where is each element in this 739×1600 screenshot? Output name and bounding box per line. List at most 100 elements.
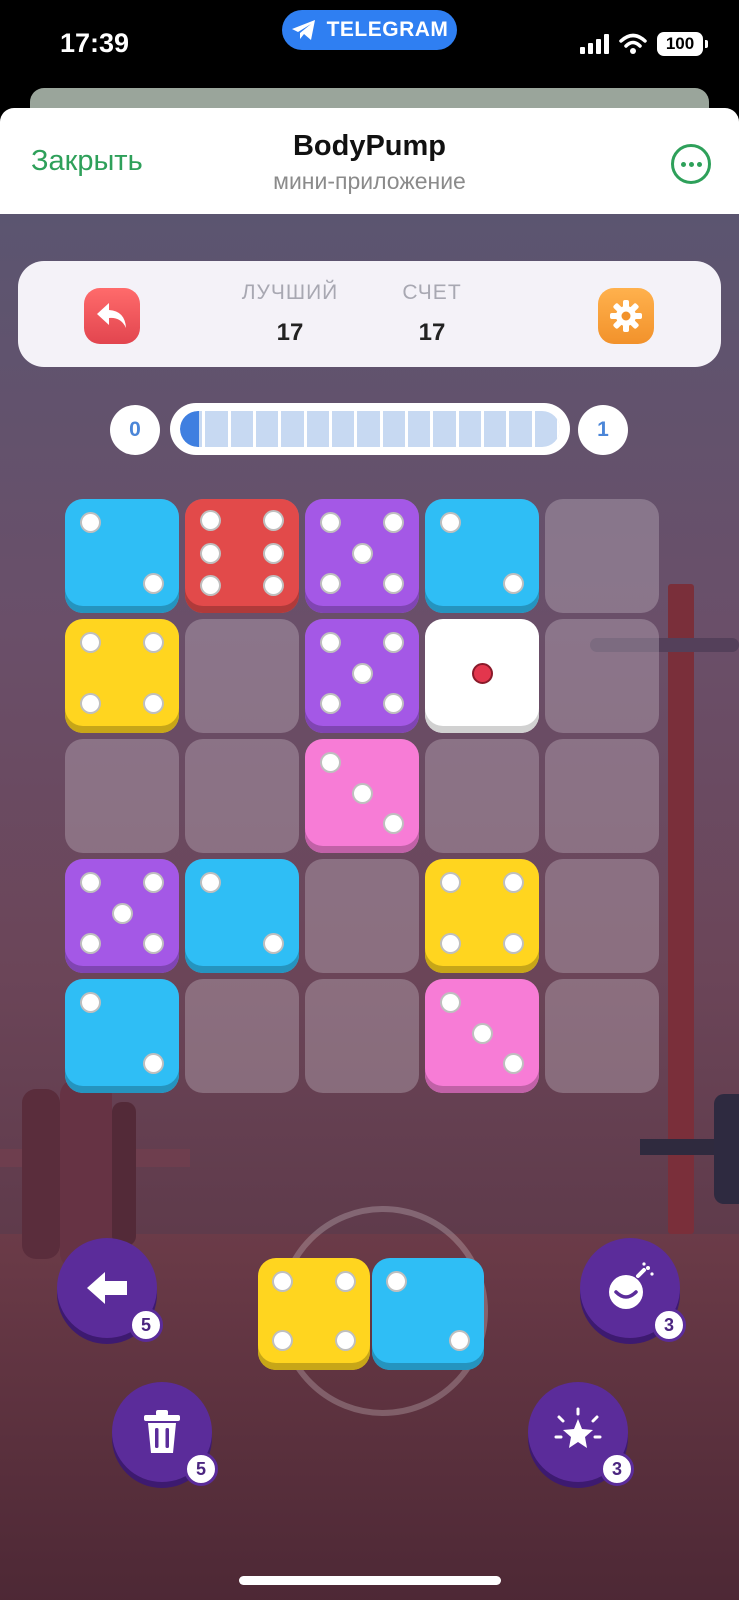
die-pip bbox=[143, 872, 165, 894]
active-piece-die[interactable] bbox=[372, 1258, 484, 1370]
trash-tool-button[interactable]: 5 bbox=[112, 1382, 218, 1486]
die-pip bbox=[383, 632, 405, 654]
home-indicator[interactable] bbox=[239, 1576, 501, 1585]
die-yellow-4 bbox=[65, 619, 179, 733]
die-pip bbox=[351, 662, 373, 684]
score-panel: ЛУЧШИЙ 17 СЧЕТ 17 bbox=[18, 261, 721, 367]
die-pip bbox=[383, 692, 405, 714]
die-purple-5 bbox=[305, 619, 419, 733]
die-pip bbox=[263, 932, 285, 954]
die-pip bbox=[199, 872, 221, 894]
die-pip bbox=[79, 692, 101, 714]
more-options-button[interactable] bbox=[671, 144, 711, 184]
progress-segment bbox=[357, 411, 383, 447]
die-pip bbox=[143, 932, 165, 954]
wifi-icon bbox=[619, 33, 647, 54]
board-cell[interactable] bbox=[305, 859, 419, 973]
die-pip bbox=[111, 902, 133, 924]
board-cell[interactable] bbox=[545, 859, 659, 973]
die-blue-2 bbox=[185, 859, 299, 973]
die-pip bbox=[503, 1052, 525, 1074]
die-pip bbox=[383, 572, 405, 594]
star-tool-button[interactable]: 3 bbox=[528, 1382, 634, 1486]
weight-plate bbox=[22, 1089, 60, 1259]
level-to-badge: 1 bbox=[578, 405, 628, 455]
board-cell[interactable] bbox=[65, 739, 179, 853]
game-board[interactable] bbox=[65, 499, 669, 1103]
progress-segment bbox=[307, 411, 332, 447]
settings-button[interactable] bbox=[598, 288, 654, 344]
die-pink-3 bbox=[425, 979, 539, 1093]
undo-tool-button[interactable]: 5 bbox=[57, 1238, 163, 1342]
app-subtitle: мини-приложение bbox=[273, 168, 466, 194]
weight-plate-right bbox=[714, 1094, 739, 1204]
board-cell[interactable] bbox=[545, 979, 659, 1093]
progress-segment bbox=[231, 411, 256, 447]
die-pip bbox=[263, 510, 285, 532]
best-score-label: ЛУЧШИЙ bbox=[241, 281, 339, 304]
progress-segment bbox=[383, 411, 408, 447]
current-score-label: СЧЕТ bbox=[402, 281, 462, 304]
level-progress-bar bbox=[170, 403, 570, 455]
die-pip bbox=[199, 542, 221, 564]
bomb-tool-count: 3 bbox=[652, 1308, 686, 1342]
arrow-left-icon bbox=[87, 1272, 127, 1304]
board-cell[interactable] bbox=[425, 739, 539, 853]
die-pink-3 bbox=[305, 739, 419, 853]
board-cell[interactable] bbox=[185, 619, 299, 733]
trash-icon bbox=[144, 1410, 180, 1453]
gear-icon bbox=[610, 300, 642, 332]
die-pip bbox=[272, 1270, 294, 1292]
board-cell[interactable] bbox=[185, 979, 299, 1093]
die-pip bbox=[448, 1330, 470, 1352]
star-burst-icon bbox=[554, 1407, 602, 1448]
die-pip bbox=[439, 872, 461, 894]
progress-segment bbox=[256, 411, 282, 447]
status-icons: 100 bbox=[580, 32, 708, 56]
die-pip bbox=[263, 574, 285, 596]
board-cell[interactable] bbox=[545, 499, 659, 613]
die-pip bbox=[319, 692, 341, 714]
more-dot-icon bbox=[696, 161, 702, 167]
die-pip bbox=[79, 512, 101, 534]
die-pip bbox=[143, 1052, 165, 1074]
board-cell[interactable] bbox=[545, 739, 659, 853]
die-pip bbox=[79, 872, 101, 894]
progress-segment bbox=[281, 411, 307, 447]
board-cell[interactable] bbox=[305, 979, 419, 1093]
more-dot-icon bbox=[680, 161, 686, 167]
die-pip bbox=[439, 932, 461, 954]
die-red-6 bbox=[185, 499, 299, 613]
die-pip bbox=[319, 752, 341, 774]
die-blue-2 bbox=[65, 499, 179, 613]
die-pip bbox=[143, 632, 165, 654]
die-pip bbox=[503, 932, 525, 954]
die-purple-5 bbox=[305, 499, 419, 613]
status-time: 17:39 bbox=[60, 28, 130, 58]
back-button[interactable] bbox=[84, 288, 140, 344]
bomb-tool-button[interactable]: 3 bbox=[580, 1238, 686, 1342]
die-pip bbox=[503, 572, 525, 594]
current-score-value: 17 bbox=[418, 319, 446, 346]
die-pip bbox=[503, 872, 525, 894]
trash-tool-count: 5 bbox=[184, 1452, 218, 1486]
die-pip bbox=[79, 932, 101, 954]
telegram-plane-icon bbox=[291, 20, 315, 40]
die-pip bbox=[199, 574, 221, 596]
game-area: ЛУЧШИЙ 17 СЧЕТ 17 0 1 5 3 5 3 bbox=[0, 214, 739, 1600]
board-cell[interactable] bbox=[545, 619, 659, 733]
level-from-badge: 0 bbox=[110, 405, 160, 455]
rack-post bbox=[668, 584, 694, 1234]
active-piece-die[interactable] bbox=[258, 1258, 370, 1370]
die-pip bbox=[351, 782, 373, 804]
telegram-pill[interactable]: TELEGRAM bbox=[282, 10, 457, 50]
progress-segment bbox=[509, 411, 535, 447]
progress-segment bbox=[332, 411, 358, 447]
die-pip bbox=[383, 812, 405, 834]
board-cell[interactable] bbox=[185, 739, 299, 853]
progress-fill bbox=[180, 411, 199, 447]
status-bar: 17:39 TELEGRAM 100 bbox=[0, 0, 739, 100]
die-pip bbox=[471, 662, 493, 684]
die-pip bbox=[319, 572, 341, 594]
die-pip bbox=[79, 992, 101, 1014]
